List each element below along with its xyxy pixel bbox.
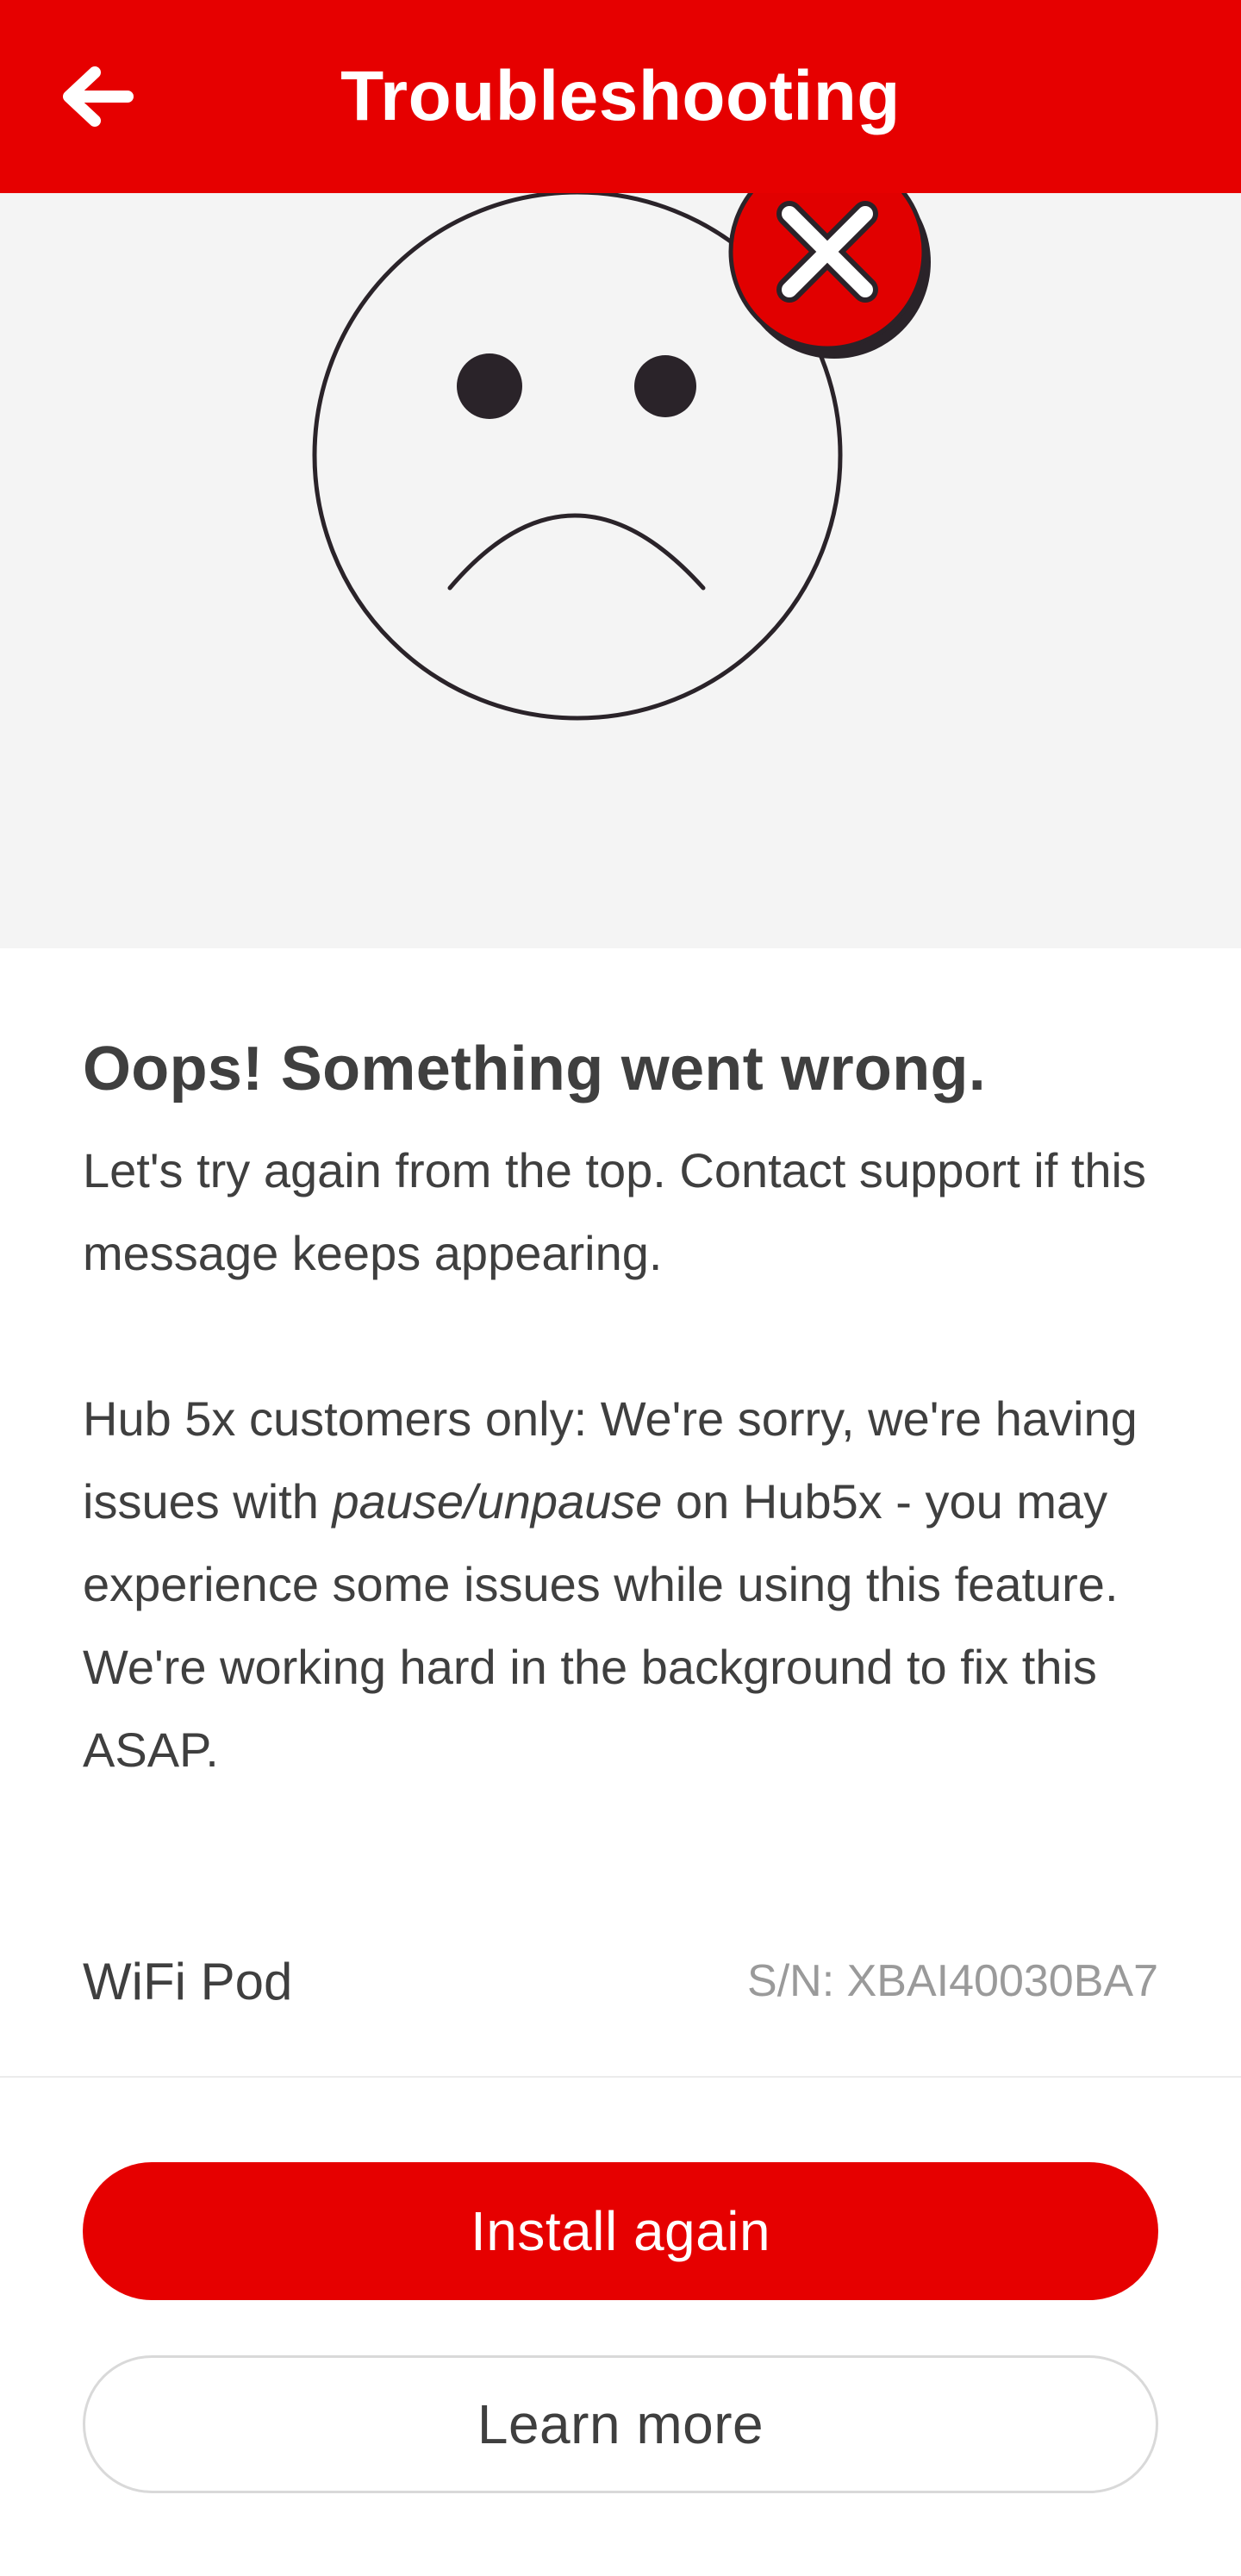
service-notice-emphasis: pause/unpause: [332, 1474, 663, 1529]
app-header: Troubleshooting: [0, 0, 1241, 193]
error-illustration: [0, 193, 1241, 948]
divider: [0, 2076, 1241, 2078]
troubleshooting-screen: Troubleshooting Oops! Something went wro…: [0, 0, 1241, 2576]
error-content: Oops! Something went wrong. Let's try ag…: [83, 1026, 1158, 1791]
service-notice: Hub 5x customers only: We're sorry, we'r…: [83, 1378, 1158, 1626]
service-notice-followup: We're working hard in the background to …: [83, 1640, 1097, 1777]
error-body: Let's try again from the top. Contact su…: [83, 1129, 1158, 1791]
install-again-button[interactable]: Install again: [83, 2162, 1158, 2300]
error-title: Oops! Something went wrong.: [83, 1035, 987, 1104]
page-title: Troubleshooting: [340, 57, 901, 135]
device-serial: S/N: XBAI40030BA7: [747, 1956, 1158, 2006]
learn-more-button[interactable]: Learn more: [83, 2355, 1158, 2493]
device-name: WiFi Pod: [83, 1952, 293, 2010]
device-info: WiFi Pod S/N: XBAI40030BA7: [83, 1940, 1158, 2023]
error-message: Let's try again from the top. Contact su…: [83, 1143, 1146, 1280]
